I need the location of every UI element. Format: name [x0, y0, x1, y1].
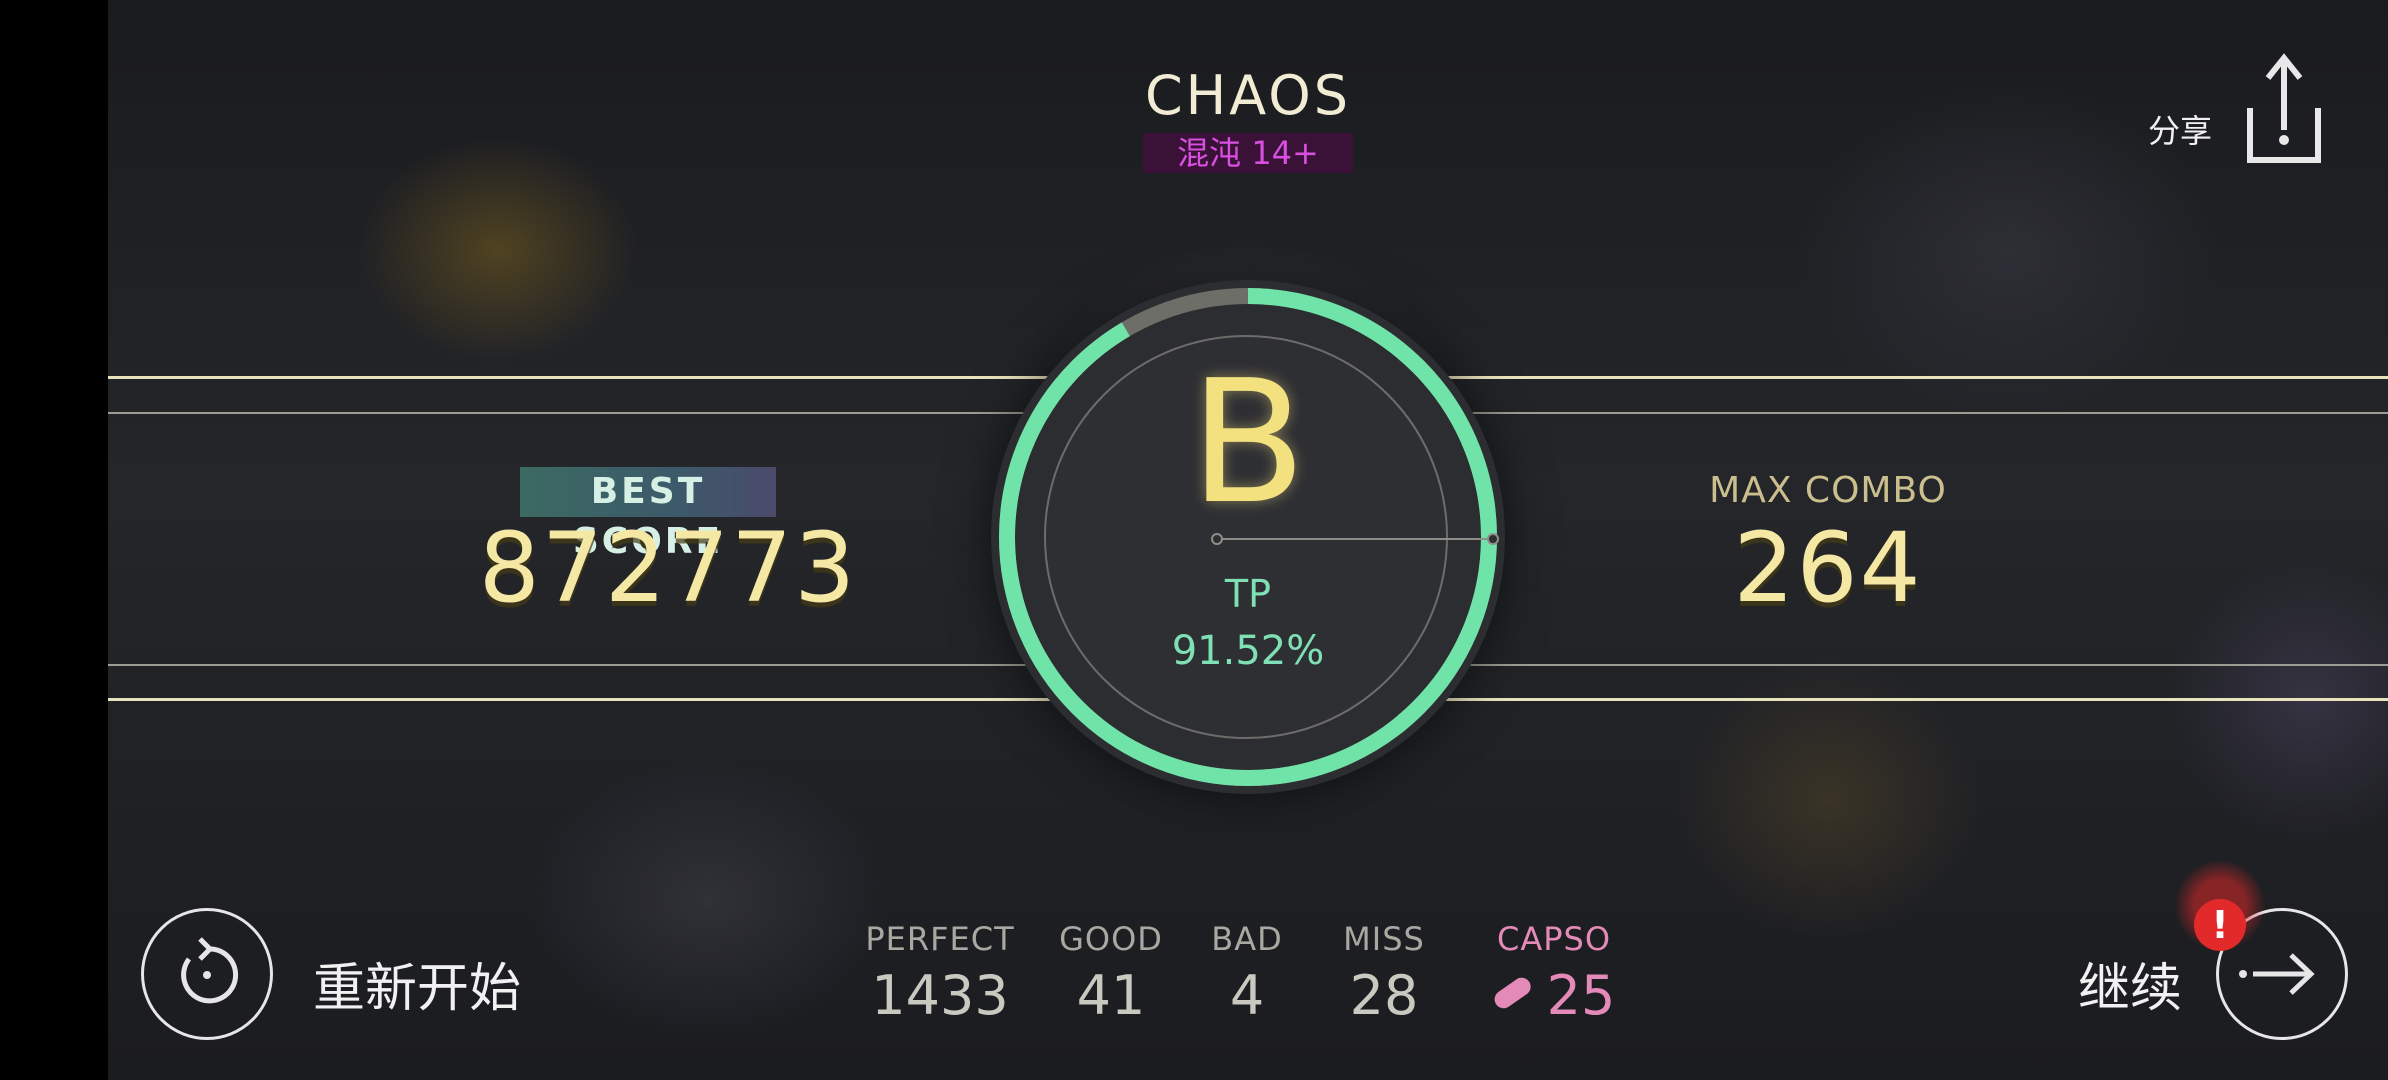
stat-label: BAD [1211, 920, 1283, 958]
stat-label: MISS [1343, 920, 1425, 958]
stat-value: 1433 [871, 964, 1009, 1027]
max-combo-label: MAX COMBO [1709, 470, 1947, 511]
stat-label: CAPSO [1496, 920, 1612, 958]
continue-label[interactable]: 继续 [2078, 946, 2182, 1021]
stat-bad: BAD 4 [1211, 920, 1282, 1027]
pill-icon [1491, 974, 1535, 1013]
grade-letter: B [1189, 344, 1307, 542]
tp-value: 91.52% [1171, 628, 1325, 674]
capso-count: 25 [1546, 964, 1616, 1027]
tp-label: TP [1224, 572, 1272, 616]
stat-value: 25 [1491, 964, 1616, 1027]
max-combo-value: 264 [1733, 512, 1923, 624]
restart-button[interactable] [141, 908, 273, 1040]
best-score-label: BEST SCORE [520, 467, 776, 562]
stat-label: PERFECT [865, 920, 1015, 958]
best-score-value: 872773 [478, 512, 858, 624]
result-screen: CHAOS 混沌 14+ 分享 B TP 91.52% BEST SCORE 8… [108, 0, 2388, 1080]
stat-value: 41 [1076, 964, 1146, 1027]
restart-icon [181, 937, 239, 1004]
difficulty-badge: 混沌 14+ [1143, 133, 1353, 173]
grade-divider [1211, 533, 1499, 545]
share-label[interactable]: 分享 [2148, 106, 2212, 152]
stat-miss: MISS 28 [1343, 920, 1425, 1027]
stat-value: 28 [1349, 964, 1419, 1027]
share-upload-icon[interactable] [2238, 50, 2328, 170]
stat-perfect: PERFECT 1433 [865, 920, 1014, 1027]
stat-good: GOOD 41 [1059, 920, 1163, 1027]
alert-badge-icon: ! [2194, 899, 2246, 951]
stat-value: 4 [1229, 964, 1265, 1027]
song-title: CHAOS [1144, 64, 1352, 127]
stat-capso: CAPSO 25 [1491, 920, 1616, 1027]
restart-label[interactable]: 重新开始 [313, 946, 521, 1021]
stat-label: GOOD [1059, 920, 1163, 958]
